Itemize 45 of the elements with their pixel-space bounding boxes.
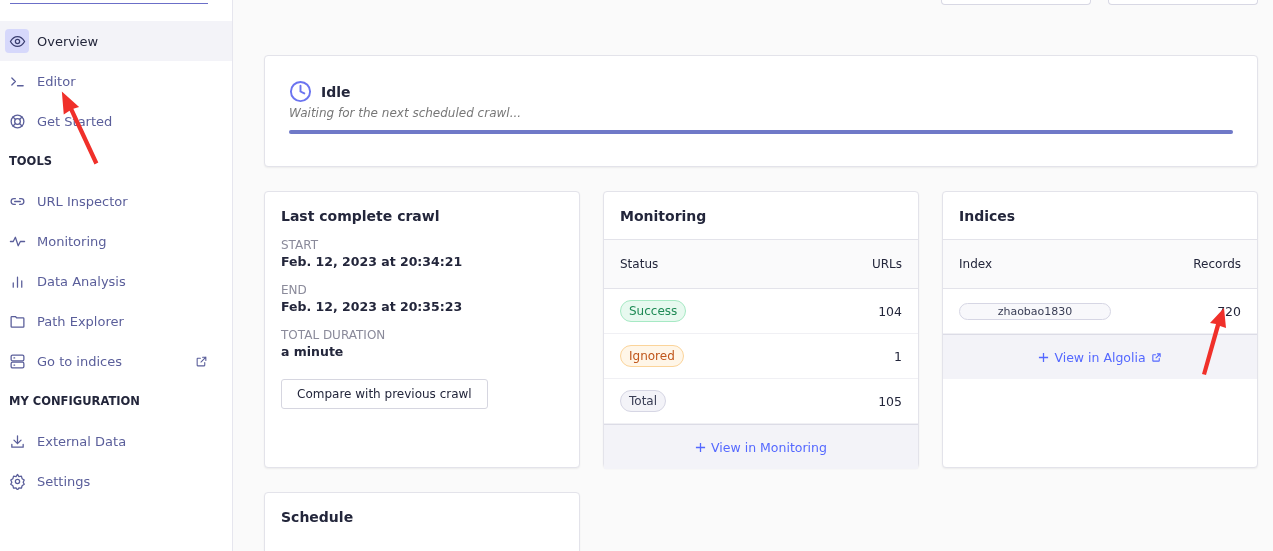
status-message: Waiting for the next scheduled crawl... <box>289 106 523 120</box>
clock-icon <box>289 80 312 103</box>
plus-icon <box>1038 351 1050 363</box>
sidebar-item[interactable]: Path Explorer <box>0 301 232 341</box>
external-link-icon <box>1150 351 1162 363</box>
column-header: Status <box>620 257 659 271</box>
field-value: Feb. 12, 2023 at 20:35:23 <box>281 299 464 314</box>
sidebar-item[interactable]: Monitoring <box>0 221 232 261</box>
server-icon <box>8 352 26 370</box>
table-cell: 105 <box>878 393 902 409</box>
sidebar-item[interactable]: URL Inspector <box>0 181 232 221</box>
view-algolia-link[interactable]: View in Algolia <box>1038 349 1162 365</box>
toolbar-button[interactable] <box>1108 0 1258 5</box>
field-label: START <box>281 238 320 252</box>
sidebar-item[interactable]: Settings <box>0 461 232 501</box>
lifebuoy-icon <box>8 112 26 130</box>
download-icon <box>8 432 26 450</box>
column-header: URLs <box>871 257 902 271</box>
status-badge: Success <box>620 300 687 322</box>
index-tag[interactable]: zhaobao1830 <box>959 302 1111 320</box>
status-badge: Ignored <box>620 345 684 367</box>
sidebar-item[interactable]: Data Analysis <box>0 261 232 301</box>
column-header: Records <box>1193 257 1241 271</box>
field-label: END <box>281 283 308 297</box>
section-heading: TOOLS <box>8 153 53 170</box>
view-monitoring-link[interactable]: View in Monitoring <box>695 439 827 455</box>
sidebar-item[interactable]: Go to indices <box>0 341 232 381</box>
sidebar-item[interactable]: Editor <box>0 61 232 101</box>
section-heading: MY CONFIGURATION <box>8 393 141 410</box>
status-title: Idle <box>321 83 351 100</box>
field-label: TOTAL DURATION <box>281 328 387 342</box>
table-cell: 1 <box>894 348 902 364</box>
card-title: Last complete crawl <box>281 208 441 224</box>
toolbar-button[interactable] <box>941 0 1091 5</box>
field-value: Feb. 12, 2023 at 20:34:21 <box>281 254 464 269</box>
card-title: Schedule <box>281 509 355 525</box>
sidebar-item[interactable]: External Data <box>0 421 232 461</box>
table-cell: 104 <box>878 303 902 319</box>
field-value: a minute <box>281 344 345 359</box>
plus-icon <box>695 441 707 453</box>
sidebar-item[interactable]: Overview <box>0 21 232 61</box>
status-badge: Total <box>620 390 667 412</box>
compare-button[interactable]: Compare with previous crawl <box>281 379 488 409</box>
settings-icon <box>8 472 26 490</box>
column-header: Index <box>959 257 993 271</box>
